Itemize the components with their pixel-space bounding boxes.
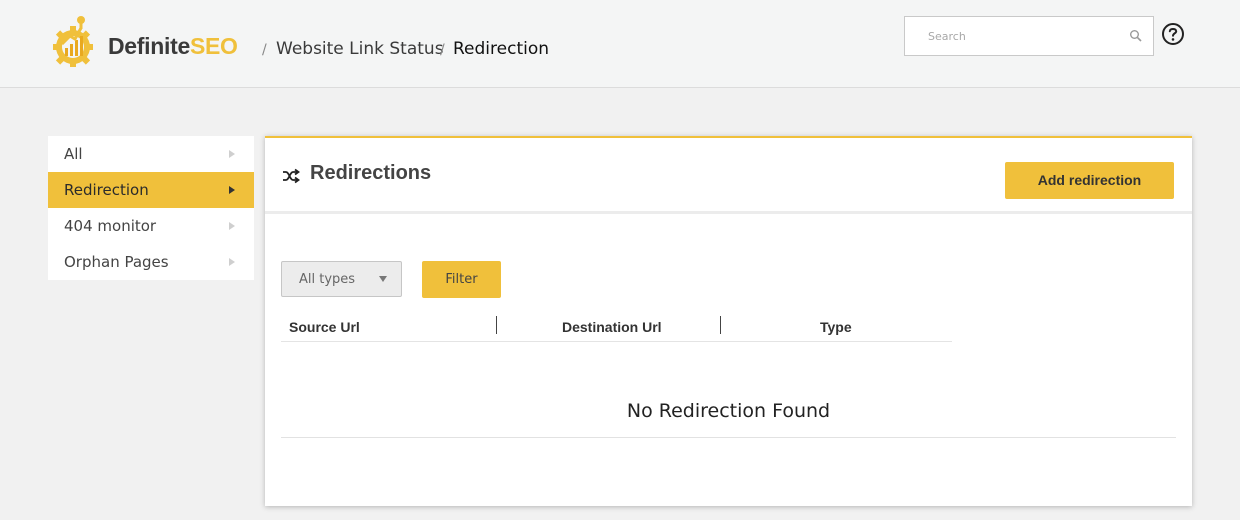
search-box (904, 16, 1154, 56)
question-circle-icon[interactable] (1161, 22, 1185, 46)
column-divider[interactable] (496, 316, 497, 334)
brand-name-part1: Definite (108, 33, 190, 59)
sidebar-item-all[interactable]: All (48, 136, 254, 172)
sidebar-item-404-monitor[interactable]: 404 monitor (48, 208, 254, 244)
column-divider[interactable] (720, 316, 721, 334)
column-header-type[interactable]: Type (820, 319, 852, 335)
table-header: Source Url Destination Url Type (281, 314, 952, 342)
shuffle-icon (283, 168, 300, 184)
page-title: Redirections (310, 162, 432, 184)
sidebar-item-label: 404 monitor (64, 217, 157, 235)
sidebar-item-redirection[interactable]: Redirection (48, 172, 254, 208)
top-header: DefiniteSEO / Website Link Status / Redi… (0, 0, 1240, 88)
chevron-down-icon (379, 276, 387, 282)
add-redirection-button[interactable]: Add redirection (1005, 162, 1174, 199)
caret-right-icon (229, 222, 235, 230)
filter-button[interactable]: Filter (422, 261, 501, 298)
breadcrumb-website-link-status[interactable]: Website Link Status (276, 39, 444, 59)
caret-right-icon (229, 258, 235, 266)
sidebar-nav: All Redirection 404 monitor Orphan Pages (48, 136, 254, 280)
search-input[interactable] (905, 17, 1121, 55)
breadcrumb-separator: / (440, 42, 445, 58)
brand-name-part2: SEO (189, 33, 238, 59)
divider (281, 437, 1176, 438)
redirections-panel: Redirections Add redirection All types F… (265, 136, 1192, 506)
sidebar-item-label: All (64, 145, 83, 163)
gear-chart-logo-icon[interactable] (50, 14, 96, 68)
sidebar-item-label: Orphan Pages (64, 253, 169, 271)
column-header-source-url[interactable]: Source Url (289, 319, 360, 335)
caret-right-icon (229, 150, 235, 158)
breadcrumb-current-redirection: Redirection (453, 39, 550, 59)
search-icon[interactable] (1129, 29, 1143, 43)
panel-header: Redirections Add redirection (265, 138, 1192, 214)
caret-right-icon (229, 186, 235, 194)
sidebar-item-label: Redirection (64, 181, 149, 199)
brand-logo-text[interactable]: DefiniteSEO (108, 33, 238, 60)
column-header-destination-url[interactable]: Destination Url (562, 319, 662, 335)
sidebar-item-orphan-pages[interactable]: Orphan Pages (48, 244, 254, 280)
type-filter-select[interactable]: All types (281, 261, 402, 297)
select-selected-value: All types (299, 272, 356, 287)
empty-state-message: No Redirection Found (626, 400, 831, 422)
breadcrumb-separator: / (262, 42, 267, 58)
